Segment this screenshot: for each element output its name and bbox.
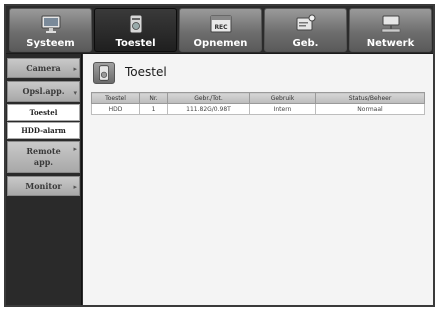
sidebar-subitem-toestel[interactable]: Toestel bbox=[7, 104, 80, 121]
rec-icon: REC bbox=[210, 15, 231, 33]
column-header: Gebr./Tot. bbox=[167, 92, 250, 104]
main-panel: Toestel Toestel Nr. Gebr./Tot. Gebruik S… bbox=[83, 54, 433, 305]
tab-label: Toestel bbox=[115, 38, 156, 49]
tab-toestel[interactable]: Toestel bbox=[94, 8, 177, 52]
column-header: Gebruik bbox=[249, 92, 316, 104]
tab-label: Geb. bbox=[292, 38, 319, 49]
dvr-settings-window: Systeem Toestel REC Opnemen Geb. Netwerk… bbox=[4, 4, 435, 307]
tab-netwerk[interactable]: Netwerk bbox=[349, 8, 432, 52]
sidebar-subitem-hdd-alarm[interactable]: HDD-alarm bbox=[7, 122, 80, 139]
sidebar-item-remote-app[interactable]: Remote app. ▸ bbox=[7, 141, 80, 173]
expand-arrow-icon: ▸ bbox=[73, 182, 77, 191]
sidebar-item-label: Remote app. bbox=[26, 146, 61, 167]
device-icon bbox=[93, 62, 115, 84]
page-title: Toestel bbox=[125, 65, 167, 79]
network-icon bbox=[381, 15, 400, 33]
table-header-row: Toestel Nr. Gebr./Tot. Gebruik Status/Be… bbox=[91, 92, 425, 104]
expand-arrow-icon: ▸ bbox=[73, 144, 77, 153]
sidebar-item-label: HDD-alarm bbox=[21, 126, 66, 135]
table-cell: HDD bbox=[91, 103, 140, 115]
device-icon bbox=[129, 14, 142, 34]
sidebar-item-label: Opsl.app. bbox=[22, 86, 65, 96]
tab-label: Netwerk bbox=[366, 38, 415, 49]
expand-arrow-icon: ▸ bbox=[73, 64, 77, 73]
column-header: Nr. bbox=[139, 92, 168, 104]
sidebar-item-opsl-app[interactable]: Opsl.app. ▾ bbox=[7, 81, 80, 102]
tab-label: Opnemen bbox=[193, 38, 248, 49]
tab-label: Systeem bbox=[26, 38, 75, 49]
event-icon bbox=[296, 14, 315, 31]
expand-arrow-icon: ▾ bbox=[73, 88, 77, 97]
sidebar-item-label: Toestel bbox=[29, 108, 58, 117]
monitor-icon bbox=[41, 15, 60, 33]
sidebar-item-monitor[interactable]: Monitor ▸ bbox=[7, 176, 80, 196]
tab-opnemen[interactable]: REC Opnemen bbox=[179, 8, 262, 52]
sidebar: Camera ▸ Opsl.app. ▾ Toestel HDD-alarm R… bbox=[6, 54, 82, 305]
sidebar-item-label: Monitor bbox=[25, 181, 62, 191]
sidebar-item-camera[interactable]: Camera ▸ bbox=[7, 58, 80, 78]
table-row[interactable]: HDD 1 111.82G/0.98T Intern Normaal bbox=[91, 103, 425, 115]
tab-systeem[interactable]: Systeem bbox=[9, 8, 92, 52]
table-cell: Normaal bbox=[315, 103, 425, 115]
device-table: Toestel Nr. Gebr./Tot. Gebruik Status/Be… bbox=[91, 92, 425, 115]
table-cell: 1 bbox=[139, 103, 168, 115]
top-tab-bar: Systeem Toestel REC Opnemen Geb. Netwerk bbox=[6, 6, 433, 54]
table-cell: 111.82G/0.98T bbox=[167, 103, 250, 115]
column-header: Status/Beheer bbox=[315, 92, 425, 104]
svg-text:REC: REC bbox=[214, 24, 228, 31]
sidebar-item-label: Camera bbox=[26, 63, 61, 73]
tab-geb[interactable]: Geb. bbox=[264, 8, 347, 52]
column-header: Toestel bbox=[91, 92, 140, 104]
table-cell: Intern bbox=[249, 103, 316, 115]
